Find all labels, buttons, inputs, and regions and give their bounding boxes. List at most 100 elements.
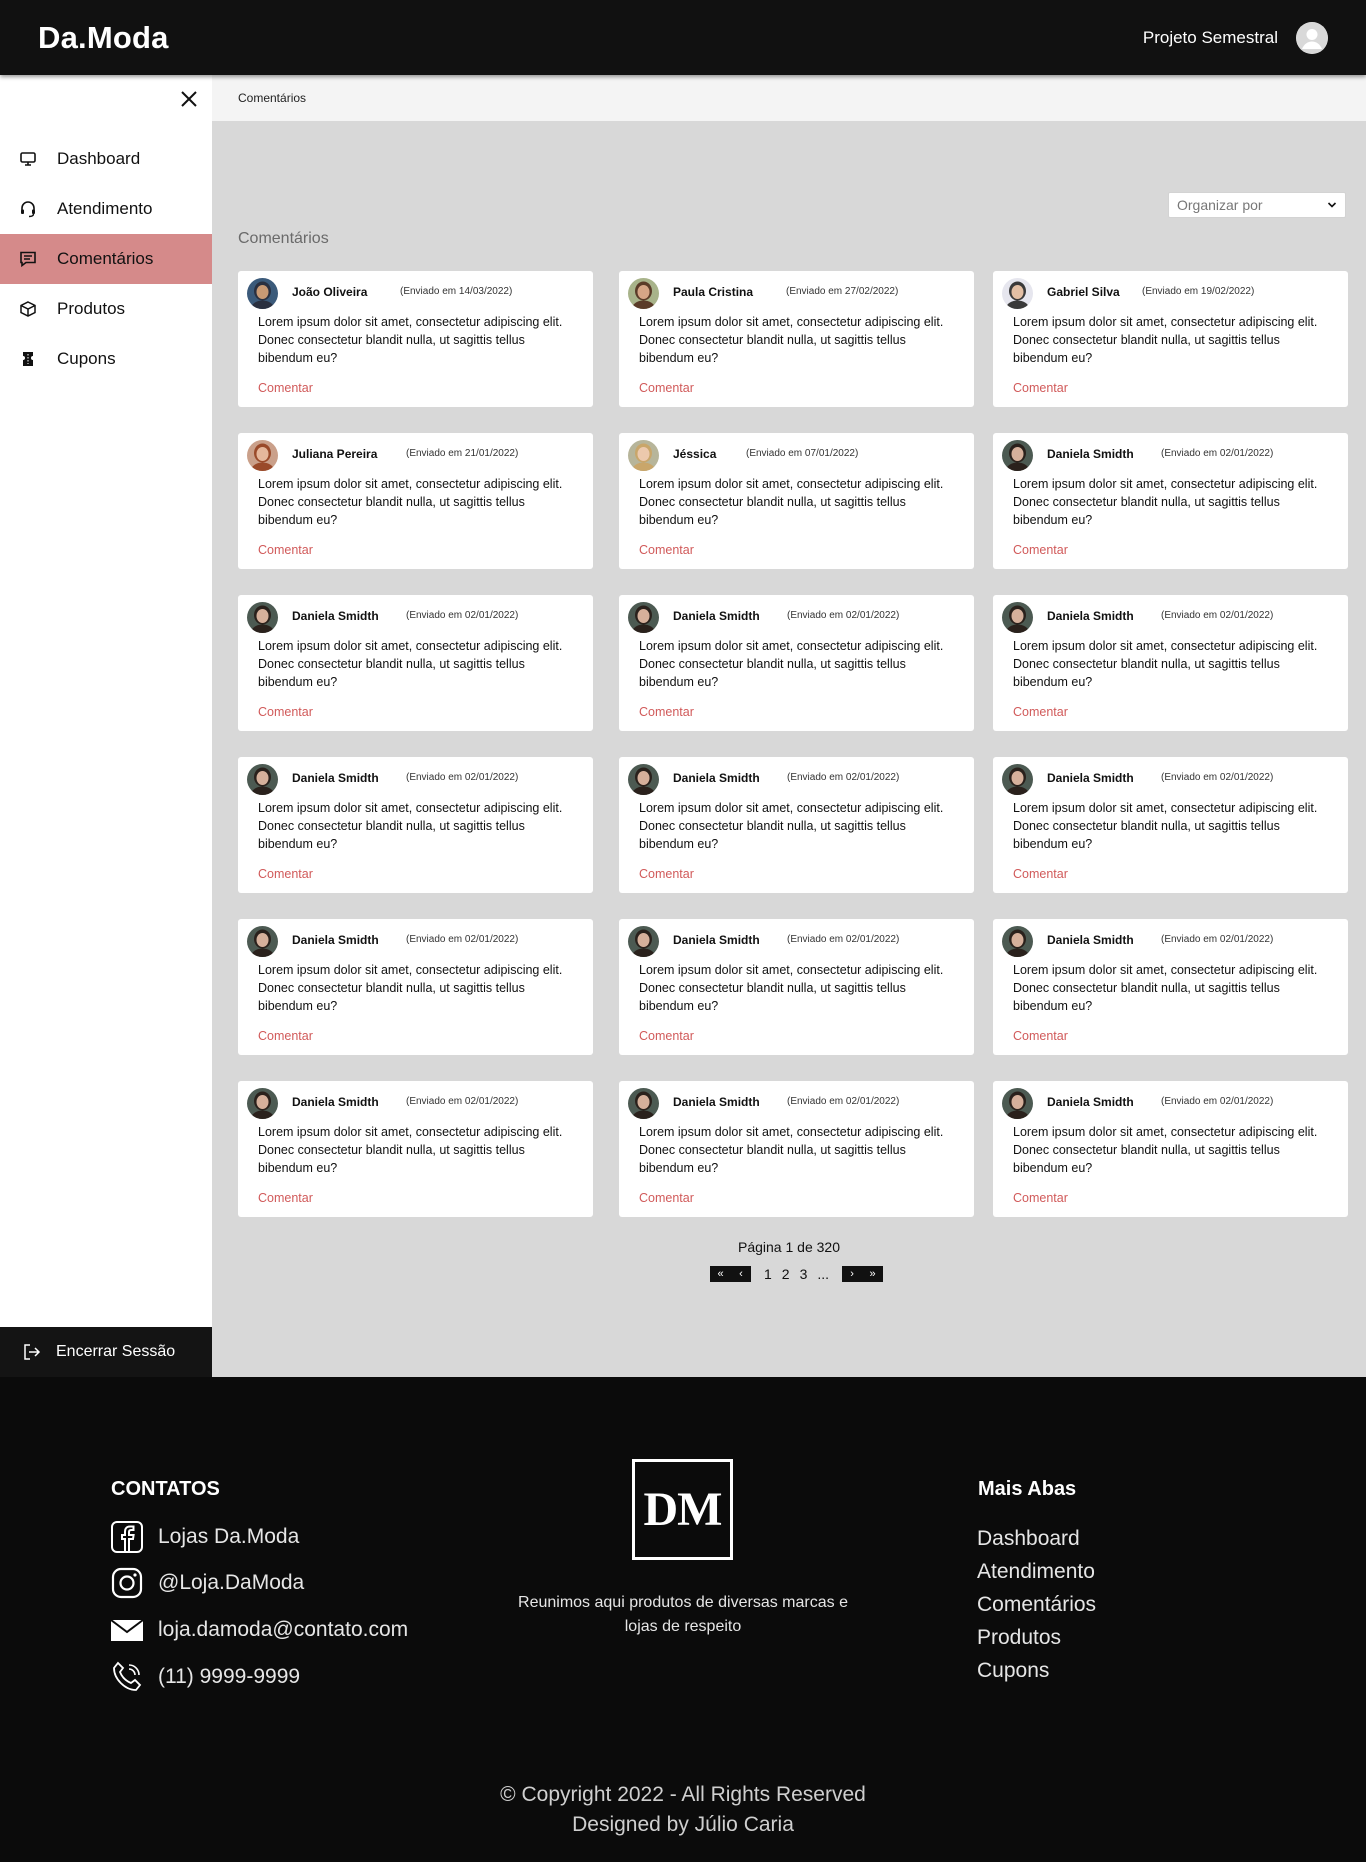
sidebar-item-atendimento[interactable]: Atendimento xyxy=(0,184,212,234)
comment-card: Daniela Smidth (Enviado em 02/01/2022) Lor… xyxy=(238,1081,593,1217)
reply-link[interactable]: Comentar xyxy=(258,867,313,881)
comment-date: (Enviado em 02/01/2022) xyxy=(406,772,519,783)
page-number[interactable]: 2 xyxy=(777,1266,795,1282)
prev-page-button[interactable]: ‹ xyxy=(731,1266,751,1282)
first-page-button[interactable]: « xyxy=(710,1266,731,1282)
comment-text: Lorem ipsum dolor sit amet, consectetur … xyxy=(258,963,563,1013)
commenter-name: Jéssica xyxy=(673,447,717,461)
reply-link[interactable]: Comentar xyxy=(1013,705,1068,719)
footer-link-produtos[interactable]: Produtos xyxy=(977,1626,1061,1650)
comment-text: Lorem ipsum dolor sit amet, consectetur … xyxy=(639,963,944,1013)
comment-date: (Enviado em 14/03/2022) xyxy=(400,286,513,297)
comment-date: (Enviado em 02/01/2022) xyxy=(1161,448,1274,459)
commenter-name: Daniela Smidth xyxy=(292,933,379,947)
reply-link[interactable]: Comentar xyxy=(1013,1029,1068,1043)
sort-dropdown[interactable]: Organizar por xyxy=(1168,192,1346,218)
commenter-name: Daniela Smidth xyxy=(673,771,760,785)
commenter-name: Daniela Smidth xyxy=(292,609,379,623)
sidebar-item-label: Dashboard xyxy=(57,149,141,168)
avatar xyxy=(628,440,659,471)
commenter-name: Daniela Smidth xyxy=(1047,1095,1134,1109)
reply-link[interactable]: Comentar xyxy=(639,705,694,719)
reply-link[interactable]: Comentar xyxy=(639,1029,694,1043)
close-icon[interactable] xyxy=(177,87,201,111)
comment-card: Daniela Smidth (Enviado em 02/01/2022) Lor… xyxy=(993,757,1348,893)
reply-link[interactable]: Comentar xyxy=(258,1191,313,1205)
comment-card: Daniela Smidth (Enviado em 02/01/2022) Lor… xyxy=(993,595,1348,731)
reply-link[interactable]: Comentar xyxy=(639,1191,694,1205)
contact-label: loja.damoda@contato.com xyxy=(158,1618,409,1641)
phone-icon xyxy=(110,1660,144,1694)
logout-label: Encerrar Sessão xyxy=(56,1343,176,1360)
comment-date: (Enviado em 02/01/2022) xyxy=(787,934,900,945)
footer-link-atendimento[interactable]: Atendimento xyxy=(977,1560,1095,1584)
reply-link[interactable]: Comentar xyxy=(258,1029,313,1043)
pagination: « ‹ 1 2 3 ... › » xyxy=(710,1266,884,1282)
comment-date: (Enviado em 02/01/2022) xyxy=(406,934,519,945)
sidebar-item-label: Cupons xyxy=(57,349,116,368)
comment-text: Lorem ipsum dolor sit amet, consectetur … xyxy=(1013,963,1318,1013)
breadcrumb: Comentários xyxy=(212,75,1366,121)
footer-brand-logo: DM xyxy=(632,1459,733,1560)
reply-link[interactable]: Comentar xyxy=(1013,381,1068,395)
section-title: Comentários xyxy=(238,230,329,247)
footer-link-cupons[interactable]: Cupons xyxy=(977,1659,1049,1683)
reply-link[interactable]: Comentar xyxy=(258,705,313,719)
sidebar-item-comentarios[interactable]: Comentários xyxy=(0,234,212,284)
sort-dropdown-label: Organizar por xyxy=(1177,197,1263,213)
comment-text: Lorem ipsum dolor sit amet, consectetur … xyxy=(258,315,563,365)
contact-instagram[interactable]: @Loja.DaModa xyxy=(110,1566,304,1600)
sidebar-item-cupons[interactable]: Cupons xyxy=(0,334,212,384)
comment-card: Gabriel Silva (Enviado em 19/02/2022) Lore… xyxy=(993,271,1348,407)
monitor-icon xyxy=(19,150,37,168)
designer-credit: Designed by Júlio Caria xyxy=(572,1813,794,1836)
contact-phone[interactable]: (11) 9999-9999 xyxy=(110,1660,300,1694)
comment-card: Daniela Smidth (Enviado em 02/01/2022) Lor… xyxy=(238,757,593,893)
avatar xyxy=(628,926,659,957)
comment-date: (Enviado em 02/01/2022) xyxy=(787,772,900,783)
reply-link[interactable]: Comentar xyxy=(1013,1191,1068,1205)
reply-link[interactable]: Comentar xyxy=(639,543,694,557)
reply-link[interactable]: Comentar xyxy=(258,381,313,395)
page-ellipsis: ... xyxy=(817,1266,830,1282)
next-page-button[interactable]: › xyxy=(842,1266,863,1282)
footer-link-dashboard[interactable]: Dashboard xyxy=(977,1527,1080,1551)
comment-icon xyxy=(19,250,37,268)
comment-date: (Enviado em 02/01/2022) xyxy=(1161,610,1274,621)
pagination-label: Página 1 de 320 xyxy=(738,1239,840,1255)
sidebar-item-dashboard[interactable]: Dashboard xyxy=(0,134,212,184)
sidebar-item-label: Atendimento xyxy=(57,199,153,218)
avatar xyxy=(247,926,278,957)
page-number[interactable]: 1 xyxy=(759,1266,777,1282)
contact-facebook[interactable]: Lojas Da.Moda xyxy=(110,1520,299,1554)
page-number[interactable]: 3 xyxy=(795,1266,813,1282)
last-page-button[interactable]: » xyxy=(862,1266,884,1282)
reply-link[interactable]: Comentar xyxy=(639,381,694,395)
reply-link[interactable]: Comentar xyxy=(258,543,313,557)
sidebar-item-produtos[interactable]: Produtos xyxy=(0,284,212,334)
comment-date: (Enviado em 02/01/2022) xyxy=(1161,772,1274,783)
comment-text: Lorem ipsum dolor sit amet, consectetur … xyxy=(1013,639,1318,689)
logout-icon xyxy=(22,1342,42,1362)
comment-text: Lorem ipsum dolor sit amet, consectetur … xyxy=(1013,801,1318,851)
brand-logo[interactable]: Da.Moda xyxy=(38,20,169,56)
avatar xyxy=(1002,764,1033,795)
main-content: Organizar por Comentários João Oliveira (… xyxy=(212,121,1366,1377)
avatar xyxy=(628,1088,659,1119)
reply-link[interactable]: Comentar xyxy=(1013,543,1068,557)
commenter-name: Daniela Smidth xyxy=(292,771,379,785)
commenter-name: Daniela Smidth xyxy=(1047,933,1134,947)
user-avatar-icon[interactable] xyxy=(1296,21,1328,54)
reply-link[interactable]: Comentar xyxy=(1013,867,1068,881)
comment-text: Lorem ipsum dolor sit amet, consectetur … xyxy=(639,639,944,689)
commenter-name: Daniela Smidth xyxy=(673,1095,760,1109)
contact-email[interactable]: loja.damoda@contato.com xyxy=(110,1613,408,1647)
breadcrumb-item[interactable]: Comentários xyxy=(238,91,306,105)
reply-link[interactable]: Comentar xyxy=(639,867,694,881)
avatar xyxy=(1002,1088,1033,1119)
box-icon xyxy=(19,300,37,318)
comment-text: Lorem ipsum dolor sit amet, consectetur … xyxy=(258,1125,563,1175)
footer-link-comentarios[interactable]: Comentários xyxy=(977,1593,1096,1617)
avatar xyxy=(247,602,278,633)
logout-button[interactable]: Encerrar Sessão xyxy=(0,1327,212,1377)
